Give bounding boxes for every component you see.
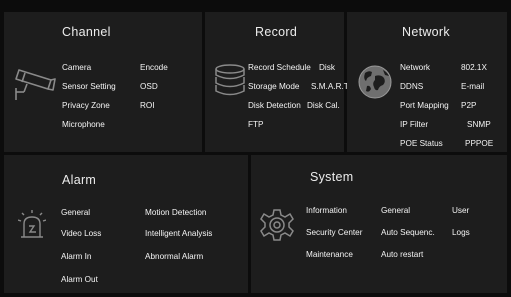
- menu-item-encode[interactable]: Encode: [140, 63, 168, 72]
- alarm-title: Alarm: [62, 173, 97, 187]
- menu-item-information[interactable]: Information: [306, 206, 347, 215]
- alarm-panel[interactable]: Alarm General Motion Detection Video Los: [4, 155, 248, 293]
- menu-item-camera[interactable]: Camera: [62, 63, 91, 72]
- system-panel[interactable]: System Information General User Security…: [251, 155, 507, 293]
- menu-item-auto-restart[interactable]: Auto restart: [381, 250, 423, 259]
- menu-item-microphone[interactable]: Microphone: [62, 120, 105, 129]
- network-title: Network: [402, 25, 450, 39]
- menu-item-abnormal-alarm[interactable]: Abnormal Alarm: [145, 252, 203, 261]
- menu-item-privacy-zone[interactable]: Privacy Zone: [62, 101, 110, 110]
- menu-item-network[interactable]: Network: [400, 63, 430, 72]
- menu-item-ddns[interactable]: DDNS: [400, 82, 423, 91]
- record-panel[interactable]: Record Record Schedule Disk Storage Mode…: [205, 12, 350, 152]
- alarm-siren-icon: [18, 209, 46, 241]
- menu-item-smart[interactable]: S.M.A.R.T.: [311, 82, 350, 91]
- network-panel[interactable]: Network Network 802.1X DDNS E-mail Port …: [347, 12, 507, 162]
- menu-item-disk[interactable]: Disk: [319, 63, 335, 72]
- menu-item-email[interactable]: E-mail: [461, 82, 484, 91]
- channel-title: Channel: [62, 25, 111, 39]
- menu-item-p2p[interactable]: P2P: [461, 101, 476, 110]
- menu-item-auto-sequence[interactable]: Auto Sequenc.: [381, 228, 435, 237]
- menu-item-snmp[interactable]: SNMP: [467, 120, 491, 129]
- hard-disk-stack-icon: [214, 64, 246, 98]
- record-title: Record: [255, 25, 298, 39]
- menu-item-logs[interactable]: Logs: [452, 228, 470, 237]
- gear-icon: [259, 207, 295, 243]
- menu-item-alarm-out[interactable]: Alarm Out: [61, 275, 98, 284]
- menu-item-intelligent-analysis[interactable]: Intelligent Analysis: [145, 229, 212, 238]
- menu-item-802-1x[interactable]: 802.1X: [461, 63, 487, 72]
- menu-item-user[interactable]: User: [452, 206, 469, 215]
- menu-item-pppoe[interactable]: PPPOE: [465, 139, 493, 148]
- menu-item-port-mapping[interactable]: Port Mapping: [400, 101, 449, 110]
- menu-item-disk-detection[interactable]: Disk Detection: [248, 101, 301, 110]
- menu-item-security-center[interactable]: Security Center: [306, 228, 362, 237]
- globe-icon: [357, 64, 393, 100]
- menu-item-roi[interactable]: ROI: [140, 101, 155, 110]
- menu-item-sensor-setting[interactable]: Sensor Setting: [62, 82, 116, 91]
- menu-item-record-schedule[interactable]: Record Schedule: [248, 63, 311, 72]
- menu-item-osd[interactable]: OSD: [140, 82, 158, 91]
- channel-panel[interactable]: Channel Camera Encode Sensor Setting OSD…: [4, 12, 202, 152]
- menu-item-maintenance[interactable]: Maintenance: [306, 250, 353, 259]
- system-title: System: [310, 170, 354, 184]
- menu-item-video-loss[interactable]: Video Loss: [61, 229, 101, 238]
- menu-item-alarm-in[interactable]: Alarm In: [61, 252, 91, 261]
- menu-item-storage-mode[interactable]: Storage Mode: [248, 82, 299, 91]
- security-camera-icon: [13, 64, 57, 102]
- menu-item-system-general[interactable]: General: [381, 206, 410, 215]
- menu-item-alarm-general[interactable]: General: [61, 208, 90, 217]
- menu-item-motion-detection[interactable]: Motion Detection: [145, 208, 206, 217]
- menu-item-poe-status[interactable]: POE Status: [400, 139, 443, 148]
- menu-item-disk-cal[interactable]: Disk Cal.: [307, 101, 340, 110]
- menu-item-ftp[interactable]: FTP: [248, 120, 263, 129]
- settings-menu: Channel Camera Encode Sensor Setting OSD…: [0, 0, 511, 297]
- menu-item-ip-filter[interactable]: IP Filter: [400, 120, 428, 129]
